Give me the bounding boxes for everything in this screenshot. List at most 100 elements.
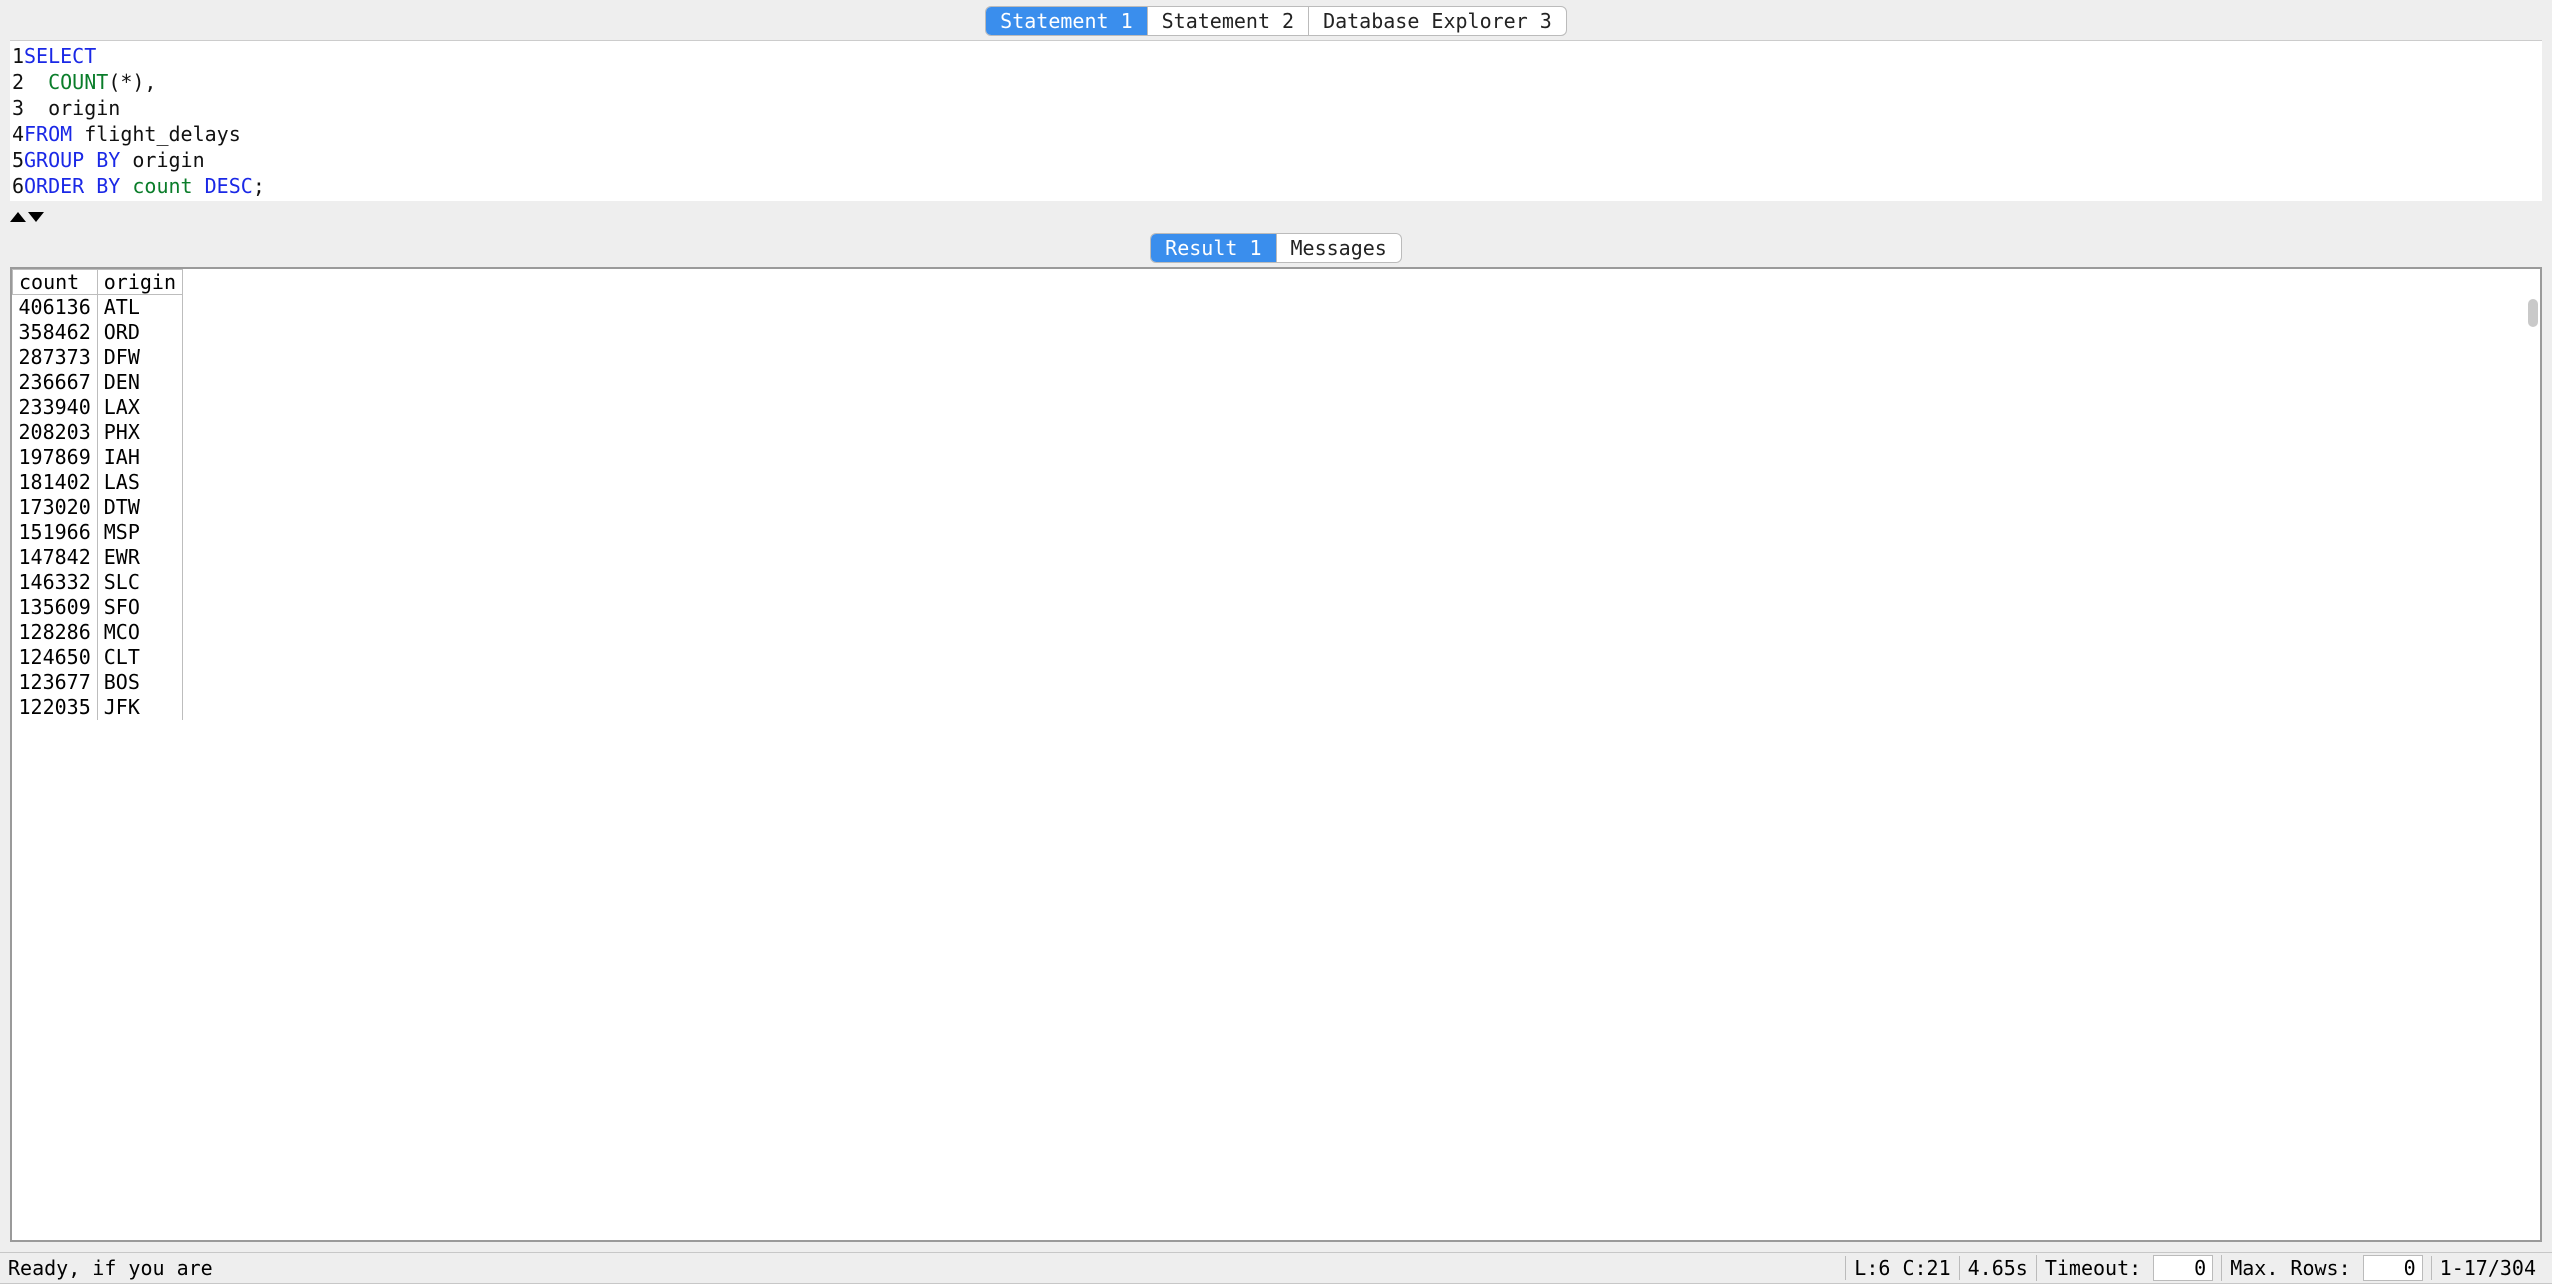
cell-origin: MSP [97,520,182,545]
token: FROM [24,122,72,146]
line-number: 5 [10,147,24,173]
top-tab-0[interactable]: Statement 1 [986,7,1147,35]
cell-count: 208203 [13,420,98,445]
cell-count: 236667 [13,370,98,395]
sql-editor[interactable]: 1SELECT2 COUNT(*),3 origin4FROM flight_d… [10,40,2542,201]
code-content: COUNT(*), [24,69,2542,95]
column-header-origin[interactable]: origin [97,270,182,295]
cell-count: 406136 [13,295,98,321]
table-row[interactable]: 181402LAS [13,470,183,495]
table-row[interactable]: 406136ATL [13,295,183,321]
token: origin [120,148,204,172]
cell-count: 123677 [13,670,98,695]
table-row[interactable]: 135609SFO [13,595,183,620]
cell-origin: DFW [97,345,182,370]
token: GROUP BY [24,148,120,172]
cell-origin: MCO [97,620,182,645]
table-row[interactable]: 197869IAH [13,445,183,470]
cell-count: 358462 [13,320,98,345]
cell-origin: LAS [97,470,182,495]
table-row[interactable]: 236667DEN [13,370,183,395]
cell-count: 181402 [13,470,98,495]
cell-origin: SLC [97,570,182,595]
result-tab-0[interactable]: Result 1 [1151,234,1276,262]
status-cursor: L:6 C:21 [1845,1256,1958,1280]
code-content: origin [24,95,2542,121]
status-timeout: Timeout: 0 [2036,1255,2221,1281]
token: DESC [205,174,253,198]
status-maxrows-input[interactable]: 0 [2363,1255,2423,1281]
cell-count: 173020 [13,495,98,520]
cell-origin: BOS [97,670,182,695]
cell-origin: DTW [97,495,182,520]
cell-origin: CLT [97,645,182,670]
status-bar: Ready, if you are L:6 C:21 4.65s Timeout… [0,1252,2552,1284]
cell-count: 147842 [13,545,98,570]
cell-count: 151966 [13,520,98,545]
status-elapsed: 4.65s [1959,1256,2036,1280]
cell-count: 146332 [13,570,98,595]
code-line: 6ORDER BY count DESC; [10,173,2542,199]
token [120,174,132,198]
table-row[interactable]: 128286MCO [13,620,183,645]
table-row[interactable]: 287373DFW [13,345,183,370]
results-header-row: countorigin [13,270,183,295]
status-ready: Ready, if you are [8,1256,1845,1280]
top-tab-1[interactable]: Statement 2 [1148,7,1309,35]
cell-origin: ORD [97,320,182,345]
cell-count: 128286 [13,620,98,645]
results-scroll[interactable]: countorigin 406136ATL358462ORD287373DFW2… [12,269,2540,1240]
token: origin [24,96,120,120]
line-number: 3 [10,95,24,121]
cell-count: 124650 [13,645,98,670]
status-maxrows-label: Max. Rows: [2230,1256,2350,1280]
code-line: 1SELECT [10,43,2542,69]
code-line: 2 COUNT(*), [10,69,2542,95]
table-row[interactable]: 151966MSP [13,520,183,545]
table-row[interactable]: 122035JFK [13,695,183,720]
table-row[interactable]: 123677BOS [13,670,183,695]
status-timeout-input[interactable]: 0 [2153,1255,2213,1281]
table-row[interactable]: 358462ORD [13,320,183,345]
top-tabs-container: Statement 1Statement 2Database Explorer … [0,0,2552,40]
token: ; [253,174,265,198]
top-tabs: Statement 1Statement 2Database Explorer … [985,6,1567,36]
code-line: 3 origin [10,95,2542,121]
code-content: FROM flight_delays [24,121,2542,147]
table-row[interactable]: 146332SLC [13,570,183,595]
collapse-down-icon [28,212,44,222]
table-row[interactable]: 147842EWR [13,545,183,570]
table-row[interactable]: 173020DTW [13,495,183,520]
scrollbar-thumb[interactable] [2528,299,2538,327]
cell-count: 233940 [13,395,98,420]
cell-origin: SFO [97,595,182,620]
token [193,174,205,198]
cell-count: 287373 [13,345,98,370]
table-row[interactable]: 208203PHX [13,420,183,445]
token: SELECT [24,44,96,68]
cell-origin: PHX [97,420,182,445]
table-row[interactable]: 124650CLT [13,645,183,670]
cell-origin: IAH [97,445,182,470]
status-timeout-label: Timeout: [2045,1256,2141,1280]
cell-origin: EWR [97,545,182,570]
line-number: 4 [10,121,24,147]
column-header-count[interactable]: count [13,270,98,295]
token: ORDER BY [24,174,120,198]
collapse-up-icon [10,212,26,222]
code-line: 4FROM flight_delays [10,121,2542,147]
splitter-handle[interactable] [10,212,44,222]
table-row[interactable]: 233940LAX [13,395,183,420]
token: count [132,174,192,198]
app-root: Statement 1Statement 2Database Explorer … [0,0,2552,1284]
cell-origin: LAX [97,395,182,420]
cell-origin: DEN [97,370,182,395]
line-number: 6 [10,173,24,199]
cell-origin: JFK [97,695,182,720]
splitter-row [0,201,2552,227]
line-number: 2 [10,69,24,95]
status-range: 1-17/304 [2431,1256,2544,1280]
cell-count: 135609 [13,595,98,620]
top-tab-2[interactable]: Database Explorer 3 [1309,7,1566,35]
result-tab-1[interactable]: Messages [1277,234,1401,262]
